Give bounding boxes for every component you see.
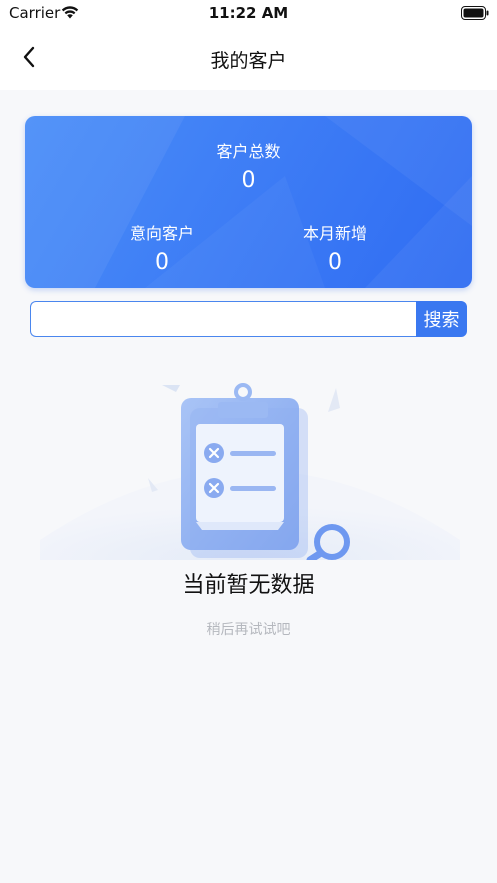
search-input[interactable]: [30, 301, 420, 337]
monthly-new-value: 0: [328, 250, 342, 275]
nav-bar: 我的客户: [0, 28, 497, 90]
clock: 11:22 AM: [208, 4, 289, 22]
total-customers-label: 客户总数: [216, 142, 281, 161]
search-bar: 搜索: [30, 301, 467, 337]
total-customers-value: 0: [241, 168, 256, 193]
monthly-new-label: 本月新增: [302, 224, 367, 243]
intent-customers-value: 0: [155, 250, 169, 275]
empty-clipboard-illustration: [40, 383, 460, 560]
customer-summary-card: 客户总数 0 意向客户 0 本月新增 0: [25, 116, 472, 288]
intent-customers-label: 意向客户: [129, 224, 194, 243]
search-button[interactable]: 搜索: [416, 301, 467, 337]
page-title: 我的客户: [210, 50, 287, 72]
status-bar: Carrier 11:22 AM: [0, 0, 497, 28]
empty-state-subtitle: 稍后再试试吧: [206, 622, 291, 638]
empty-state-title: 当前暂无数据: [182, 573, 315, 598]
battery-icon: [461, 5, 489, 24]
